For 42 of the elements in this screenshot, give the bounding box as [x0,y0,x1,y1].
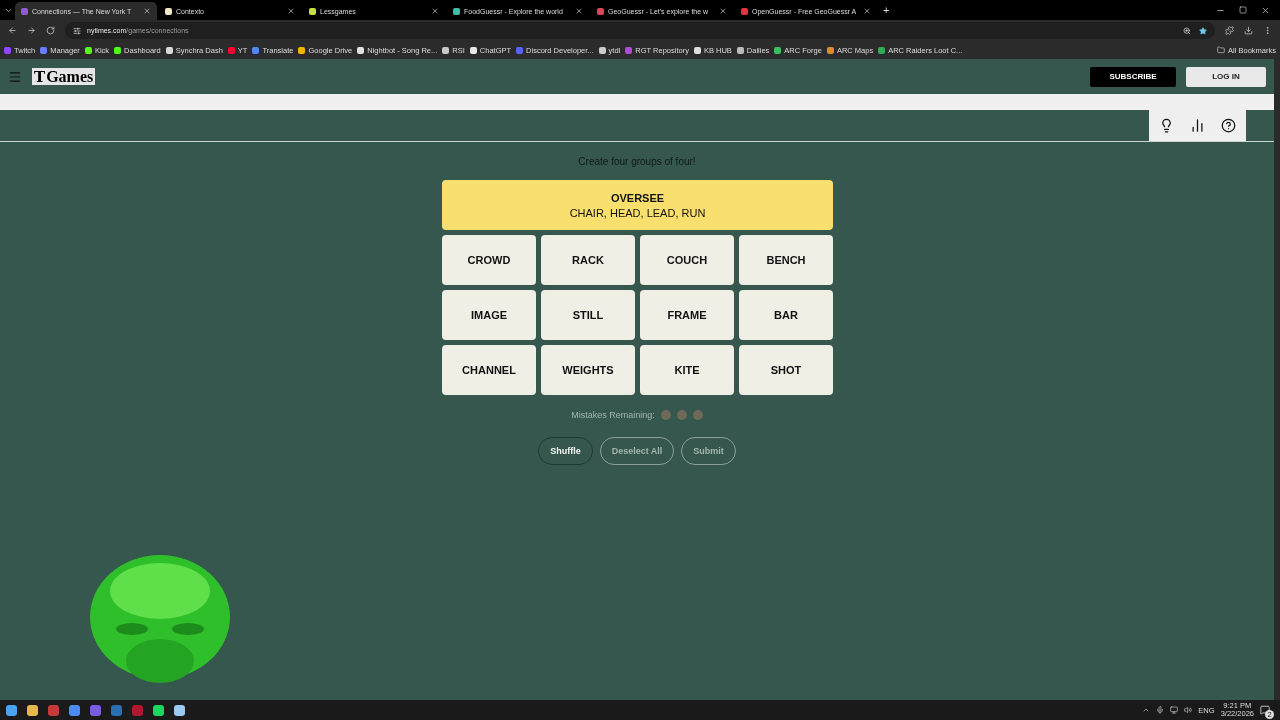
close-tab-icon[interactable] [575,7,583,15]
word-tile[interactable]: WEIGHTS [541,345,635,395]
close-tab-icon[interactable] [143,7,151,15]
word-tile[interactable]: STILL [541,290,635,340]
word-tile[interactable]: KITE [640,345,734,395]
speaker-icon[interactable] [1184,706,1193,714]
microphone-icon[interactable] [1156,706,1165,714]
games-logo[interactable]: TGames [32,68,96,85]
lightbulb-icon[interactable] [1159,118,1174,133]
help-icon[interactable] [1221,118,1236,133]
word-tile[interactable]: IMAGE [442,290,536,340]
close-icon[interactable] [1261,5,1270,15]
back-icon[interactable] [8,26,17,35]
maximize-icon[interactable] [1239,5,1247,15]
app-icon[interactable] [174,704,185,716]
close-tab-icon[interactable] [719,7,727,15]
close-tab-icon[interactable] [431,7,439,15]
app-icon[interactable] [153,704,164,716]
bar-chart-icon[interactable] [1190,118,1205,133]
group-members: CHAIR, HEAD, LEAD, RUN [569,206,706,219]
forward-icon[interactable] [27,26,36,35]
word-tile[interactable]: FRAME [640,290,734,340]
word-tile[interactable]: BAR [739,290,833,340]
new-tab-button[interactable]: + [879,4,894,16]
group-title: OVERSEE [610,191,665,204]
word-tile[interactable]: COUCH [640,235,734,285]
reload-icon[interactable] [46,26,55,35]
monitor-icon[interactable] [1170,706,1179,714]
subscribe-button[interactable]: SUBSCRIBE [1090,66,1176,87]
word-tile[interactable]: SHOT [739,345,833,395]
close-tab-icon[interactable] [863,7,871,15]
login-button[interactable]: LOG IN [1186,66,1266,87]
mistakes-label: Mistakes Remaining: [571,410,655,420]
word-tile[interactable]: BENCH [739,235,833,285]
menu-icon[interactable] [1263,26,1272,35]
close-tab-icon[interactable] [287,7,295,15]
word-tile[interactable]: RACK [541,235,635,285]
download-icon[interactable] [1244,26,1253,35]
word-tile[interactable]: CROWD [442,235,536,285]
word-tile[interactable]: CHANNEL [442,345,536,395]
extensions-icon[interactable] [1225,26,1234,35]
chevron-up-icon[interactable] [1142,706,1151,714]
